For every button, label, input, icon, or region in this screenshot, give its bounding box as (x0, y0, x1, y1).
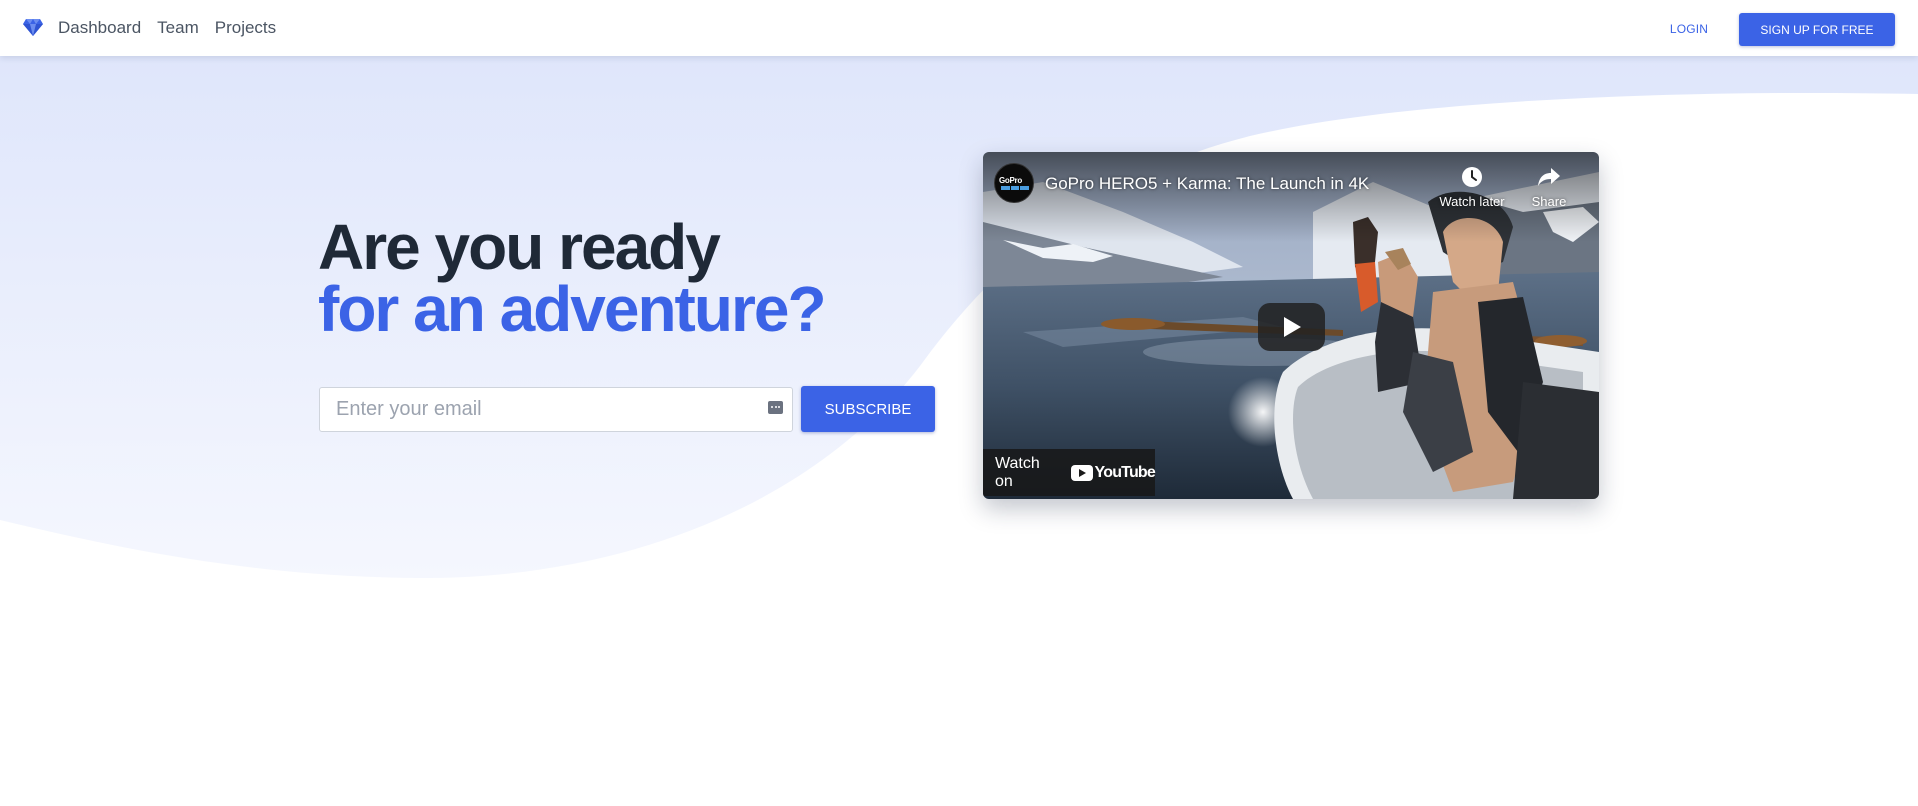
email-input[interactable] (320, 388, 760, 431)
youtube-logo: YouTube (1070, 463, 1156, 482)
video-title[interactable]: GoPro HERO5 + Karma: The Launch in 4K (1045, 174, 1369, 194)
top-navbar: Dashboard Team Projects LOGIN SIGN UP FO… (0, 0, 1918, 56)
youtube-play-icon (1070, 464, 1093, 481)
login-button[interactable]: LOGIN (1658, 14, 1720, 44)
channel-avatar[interactable]: GoPro (994, 163, 1034, 203)
nav-link-dashboard[interactable]: Dashboard (58, 18, 141, 38)
watch-later-button[interactable]: Watch later (1434, 164, 1510, 209)
play-icon (1284, 317, 1301, 337)
diamond-icon[interactable] (22, 16, 44, 38)
youtube-wordmark: YouTube (1094, 463, 1156, 481)
hero-background (0, 56, 1918, 578)
clock-icon (1462, 167, 1482, 187)
watch-on-label: Watch on (995, 454, 1040, 490)
nav-link-projects[interactable]: Projects (215, 18, 276, 38)
password-manager-icon[interactable] (768, 401, 783, 414)
watch-later-label: Watch later (1439, 194, 1505, 209)
gopro-logo-bar (1001, 186, 1030, 190)
headline-line-2: for an adventure? (318, 273, 827, 345)
share-label: Share (1531, 194, 1567, 209)
play-button[interactable] (1258, 303, 1325, 351)
share-button[interactable]: Share (1521, 164, 1577, 209)
hero-headline: Are you ready for an adventure? (318, 211, 827, 345)
subscribe-button[interactable]: SUBSCRIBE (801, 386, 935, 432)
signup-button[interactable]: SIGN UP FOR FREE (1739, 13, 1895, 46)
watch-on-youtube-button[interactable]: Watch on YouTube (983, 449, 1156, 496)
headline-line-1: Are you ready (318, 211, 721, 283)
youtube-video-embed[interactable]: GoPro GoPro HERO5 + Karma: The Launch in… (983, 152, 1599, 499)
nav-links: Dashboard Team Projects (58, 0, 276, 56)
gopro-logo-text: GoPro (999, 176, 1022, 185)
nav-link-team[interactable]: Team (157, 18, 199, 38)
share-arrow-icon (1538, 168, 1560, 186)
email-field (319, 387, 793, 432)
